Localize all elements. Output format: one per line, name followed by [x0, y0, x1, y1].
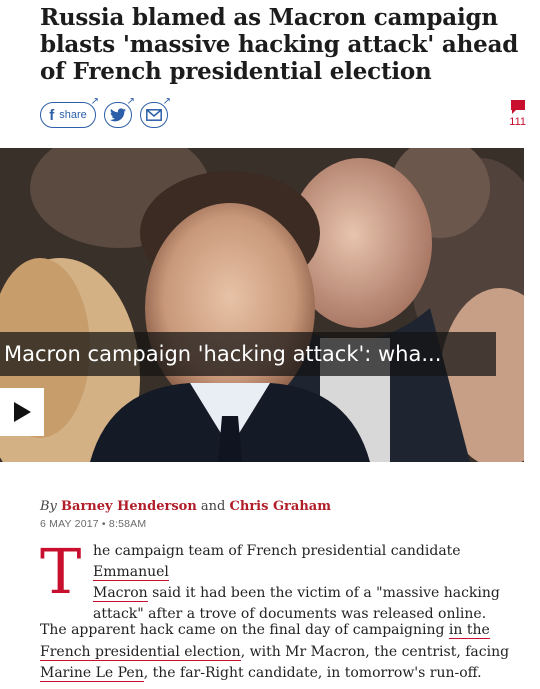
byline-by: By: [40, 499, 57, 514]
twitter-icon: [110, 108, 126, 122]
author-link-1[interactable]: Barney Henderson: [61, 499, 197, 514]
email-share-button[interactable]: ↗: [140, 96, 171, 128]
comments-link[interactable]: 111: [509, 100, 526, 128]
share-arrow-icon: ↗: [162, 96, 171, 107]
share-arrow-icon: ↗: [126, 96, 135, 107]
byline-and: and: [200, 499, 226, 514]
comment-icon: [510, 100, 525, 114]
p2-text-b: , with Mr Macron, the centrist, facing: [240, 643, 510, 660]
author-link-2[interactable]: Chris Graham: [230, 499, 331, 514]
paragraph-2: The apparent hack came on the final day …: [40, 620, 522, 685]
marine-le-pen-link[interactable]: Marine Le Pen: [40, 665, 144, 682]
play-icon: [14, 402, 31, 422]
emmanuel-macron-link-part2[interactable]: Macron: [93, 585, 148, 602]
facebook-share-label: share: [59, 109, 87, 121]
facebook-icon: f: [49, 106, 55, 124]
publish-date: 6 MAY 2017 • 8:58AM: [40, 518, 147, 530]
play-button[interactable]: [0, 388, 44, 436]
video-title: Macron campaign 'hacking attack': wha...: [4, 342, 442, 366]
p1-text-a: he campaign team of French presidential …: [93, 543, 461, 559]
drop-cap: T: [40, 535, 82, 608]
comment-count: 111: [509, 116, 526, 128]
hero-photo: [0, 148, 524, 462]
email-icon: [146, 109, 162, 121]
emmanuel-macron-link-part1[interactable]: Emmanuel: [93, 564, 169, 581]
byline: By Barney Henderson and Chris Graham: [40, 499, 331, 514]
share-arrow-icon: ↗: [90, 96, 99, 107]
p2-text-c: , the far-Right candidate, in tomorrow's…: [143, 665, 482, 681]
video-player[interactable]: Macron campaign 'hacking attack': wha...: [0, 148, 524, 462]
p1-text-b: said it had been the victim of a "massiv…: [147, 585, 500, 601]
article-headline: Russia blamed as Macron campaign blasts …: [40, 4, 519, 85]
paragraph-1: he campaign team of French presidential …: [93, 541, 521, 625]
facebook-share-button[interactable]: f share ↗: [40, 96, 99, 128]
twitter-share-button[interactable]: ↗: [104, 96, 135, 128]
share-bar: f share ↗ ↗ ↗: [40, 96, 171, 128]
p2-text-a: The apparent hack came on the final day …: [40, 622, 449, 638]
video-title-bar: Macron campaign 'hacking attack': wha...: [0, 332, 496, 376]
